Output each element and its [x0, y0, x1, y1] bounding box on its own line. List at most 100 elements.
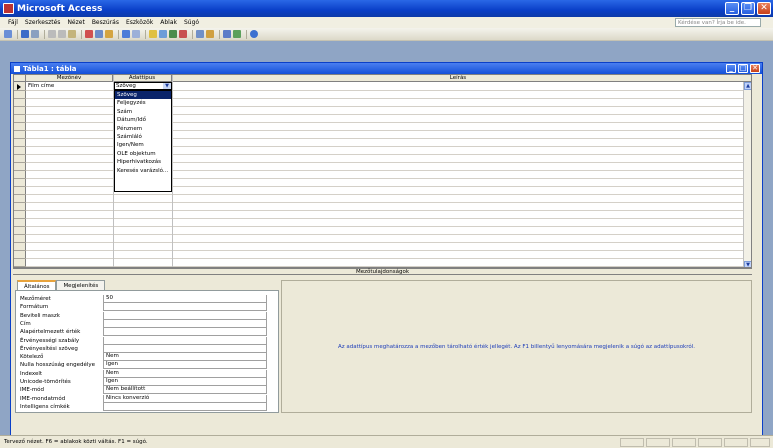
data-type-option[interactable]: Keresés varázsló... — [115, 167, 171, 175]
property-row: IME-mód Nem beállított — [18, 386, 276, 395]
data-type-option[interactable]: Igen/Nem — [115, 141, 171, 149]
restore-button[interactable]: ❐ — [741, 2, 755, 15]
cut-icon[interactable] — [85, 30, 93, 38]
property-value[interactable]: 50 — [103, 295, 267, 303]
row-line — [14, 194, 751, 195]
header-data-type: Adattípus — [113, 75, 172, 82]
undo-icon[interactable] — [122, 30, 130, 38]
property-label: Kötelező — [20, 354, 44, 361]
database-window-icon[interactable] — [223, 30, 231, 38]
row-selector-line — [14, 266, 26, 267]
property-value[interactable]: Nem — [103, 369, 267, 378]
row-selector-line — [14, 130, 26, 131]
access-logo-icon — [3, 3, 14, 14]
menu-help[interactable]: Súgó — [184, 19, 199, 26]
menu-view[interactable]: Nézet — [67, 19, 84, 26]
property-value[interactable] — [103, 319, 267, 328]
data-type-option[interactable]: Számláló — [115, 133, 171, 141]
row-selector-line — [14, 106, 26, 107]
save-icon[interactable] — [21, 30, 29, 38]
grid-scrollbar[interactable]: ▲ ▼ — [743, 82, 751, 267]
property-value[interactable] — [103, 402, 267, 411]
build-icon[interactable] — [206, 30, 214, 38]
paste-icon[interactable] — [105, 30, 113, 38]
property-tabs: Általános Megjelenítés — [17, 280, 106, 291]
field-name-cell[interactable]: Film címe — [28, 83, 54, 89]
view-icon[interactable] — [4, 30, 12, 38]
row-selector-line — [14, 186, 26, 187]
property-value[interactable]: Igen — [103, 378, 267, 386]
window-minimize-button[interactable]: _ — [726, 64, 736, 73]
data-type-combo[interactable]: Szöveg ▼ — [114, 82, 172, 90]
property-label: Intelligens címkék — [20, 403, 70, 410]
row-selector-line — [14, 234, 26, 235]
property-value[interactable] — [103, 336, 267, 345]
menu-insert[interactable]: Beszúrás — [92, 19, 119, 26]
property-row: Indexelt Nem — [18, 369, 276, 378]
property-label: Alapértelmezett érték — [20, 329, 81, 336]
window-close-button[interactable]: ✕ — [750, 64, 760, 73]
insert-rows-icon[interactable] — [169, 30, 177, 38]
tab-lookup[interactable]: Megjelenítés — [56, 280, 106, 290]
data-type-option[interactable]: Dátum/Idő — [115, 116, 171, 124]
menu-window[interactable]: Ablak — [160, 19, 177, 26]
property-value[interactable]: Nem — [103, 353, 267, 362]
print-icon[interactable] — [48, 30, 56, 38]
property-value[interactable] — [103, 328, 267, 337]
field-grid: Mezőnév Adattípus Leírás Film címe Szöve… — [13, 74, 752, 268]
row-line — [14, 226, 751, 227]
row-selector-line — [14, 146, 26, 147]
property-value[interactable] — [103, 344, 267, 353]
property-value[interactable] — [103, 303, 267, 312]
data-type-option[interactable]: Szöveg — [115, 91, 171, 100]
scroll-up-icon[interactable]: ▲ — [744, 82, 751, 90]
data-type-option[interactable]: Feljegyzés — [115, 99, 171, 107]
property-value[interactable]: Igen — [103, 361, 267, 370]
data-type-option[interactable]: OLE objektum — [115, 150, 171, 158]
row-line — [14, 250, 751, 251]
help-icon[interactable] — [250, 30, 258, 38]
status-indicator — [646, 438, 670, 447]
redo-icon[interactable] — [132, 30, 140, 38]
field-properties-bar: Mezőtulajdonságok — [13, 268, 752, 275]
property-row: Unicode-tömörítés Igen — [18, 378, 276, 386]
help-search-input[interactable]: Kérdése van? Írja be ide. — [675, 18, 761, 27]
menu-file[interactable]: Fájl — [8, 19, 18, 26]
row-selector-line — [14, 162, 26, 163]
row-selector-line — [14, 98, 26, 99]
search-icon[interactable] — [31, 30, 39, 38]
menu-edit[interactable]: Szerkesztés — [25, 19, 61, 26]
property-label: IME-mondatmód — [20, 395, 66, 402]
chevron-down-icon[interactable]: ▼ — [163, 83, 171, 89]
minimize-button[interactable]: _ — [725, 2, 739, 15]
row-selector-line — [14, 170, 26, 171]
menu-bar: Fájl Szerkesztés Nézet Beszúrás Eszközök… — [0, 17, 773, 28]
property-label: Indexelt — [20, 370, 43, 377]
window-maximize-button[interactable]: □ — [738, 64, 748, 73]
property-value[interactable]: Nincs konverzió — [103, 394, 267, 403]
row-selector-line — [14, 242, 26, 243]
new-object-icon[interactable] — [233, 30, 241, 38]
scroll-down-icon[interactable]: ▼ — [744, 261, 751, 267]
header-selector — [14, 75, 26, 82]
row-selector-line — [14, 90, 26, 91]
property-row: Érvényességi szabály — [18, 336, 276, 345]
data-type-option[interactable]: Pénznem — [115, 125, 171, 133]
copy-icon[interactable] — [95, 30, 103, 38]
delete-rows-icon[interactable] — [179, 30, 187, 38]
property-label: Beviteli maszk — [20, 312, 60, 319]
menu-tools[interactable]: Eszközök — [126, 19, 153, 26]
property-label: IME-mód — [20, 387, 45, 394]
indexes-icon[interactable] — [159, 30, 167, 38]
data-type-option[interactable]: Hiperhivatkozás — [115, 158, 171, 166]
row-selector-column[interactable] — [14, 82, 26, 267]
preview-icon[interactable] — [58, 30, 66, 38]
help-panel: Az adattípus meghatározza a mezőben táro… — [281, 280, 752, 413]
properties-icon[interactable] — [196, 30, 204, 38]
property-value[interactable]: Nem beállított — [103, 386, 267, 395]
spelling-icon[interactable] — [68, 30, 76, 38]
primary-key-icon[interactable] — [149, 30, 157, 38]
data-type-option[interactable]: Szám — [115, 108, 171, 116]
property-value[interactable] — [103, 311, 267, 320]
close-button[interactable]: ✕ — [757, 2, 771, 15]
